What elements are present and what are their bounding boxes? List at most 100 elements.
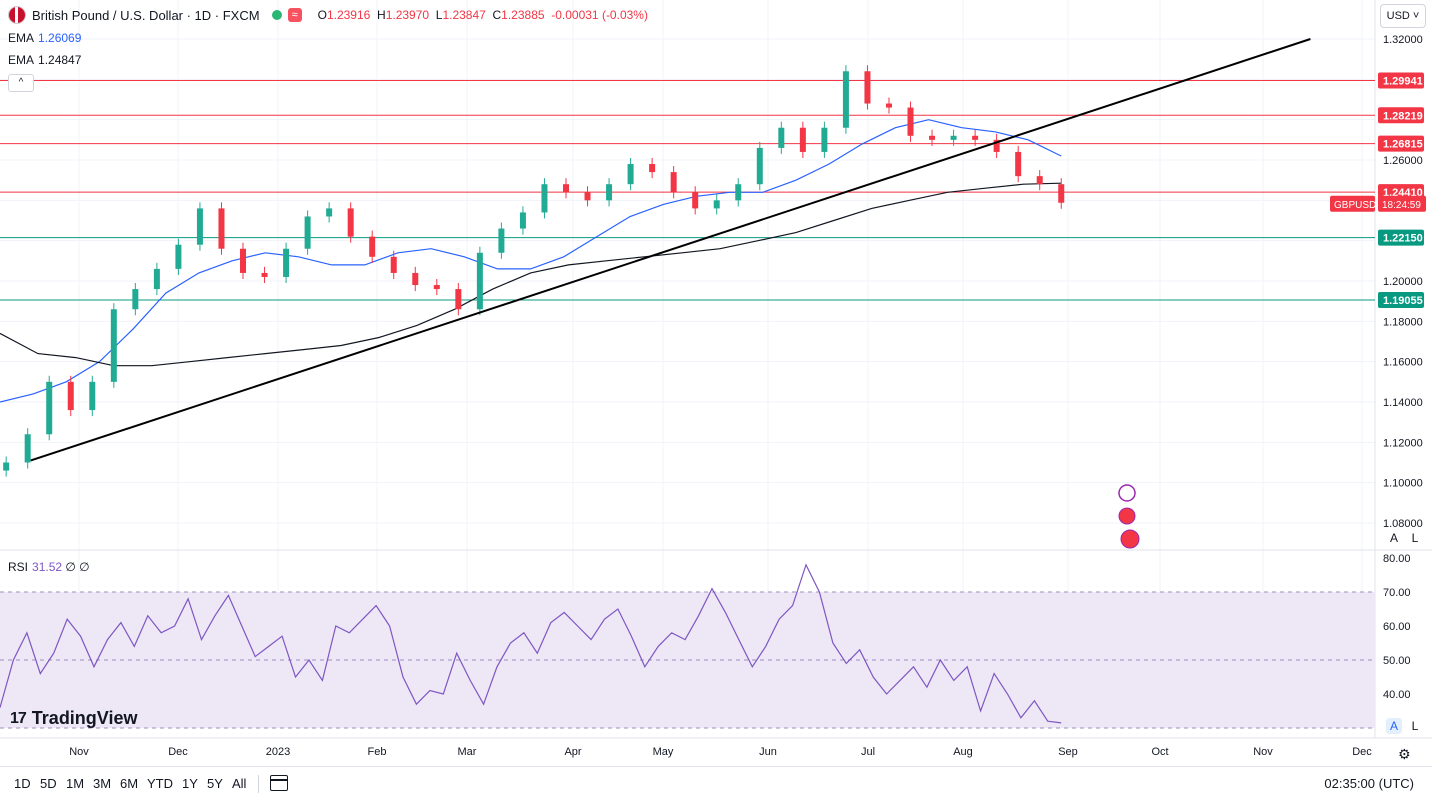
candle-body [692,192,699,209]
candle-body [412,272,419,286]
price-tick-label: 1.14000 [1383,397,1423,409]
time-axis-label: 2023 [266,746,290,758]
level-label: 1.28219 [1383,110,1423,122]
toolbar-divider [258,775,259,793]
time-axis-label: Apr [564,746,581,758]
currency-button[interactable]: USD ˅ [1380,4,1426,28]
candle-body [735,184,742,201]
level-label: 1.19055 [1383,295,1423,307]
time-axis-label: Feb [368,746,387,758]
candle-body [390,256,397,273]
time-axis-label: Aug [953,746,973,758]
ohlc-low: 1.23847 [442,8,486,22]
timeframe-ytd[interactable]: YTD [147,776,173,791]
time-axis-label: Jun [759,746,777,758]
candle-body [433,285,440,290]
candle-body [1036,176,1043,185]
candle-body [1058,184,1065,203]
currency-label: USD [1386,10,1410,22]
timeframe-5d[interactable]: 5D [40,776,57,791]
ema-slow-legend[interactable]: EMA 1.24847 [8,53,81,67]
ohlc-open: 1.23916 [326,8,371,22]
level-label: 1.22150 [1383,233,1423,245]
log-scale-button[interactable]: L [1407,530,1423,546]
candle-body [67,381,74,411]
settings-gear-icon[interactable]: ⚙ [1398,746,1411,763]
rsi-tick-label: 50.00 [1383,655,1411,667]
time-axis-label: Dec [168,746,188,758]
ohlc-high: 1.23970 [385,8,430,22]
rsi-tick-label: 40.00 [1383,689,1411,701]
candle-body [649,164,656,173]
rsi-auto-scale-button[interactable]: A [1386,718,1402,734]
candle-body [24,434,31,463]
candle-body [519,212,526,229]
candle-body [713,200,720,209]
candle-body [196,208,203,245]
timeframe-all[interactable]: All [232,776,246,791]
timeframe-1y[interactable]: 1Y [182,776,198,791]
time-axis-label: Nov [69,746,89,758]
candle-body [864,71,871,104]
candle-body [606,184,613,201]
time-axis-label: Nov [1253,746,1273,758]
candle-body [907,107,914,136]
timeframe-1d[interactable]: 1D [14,776,31,791]
auto-scale-button[interactable]: A [1386,530,1402,546]
price-tick-label: 1.32000 [1383,34,1423,46]
candle-body [885,103,892,108]
ema-slow-label: EMA [8,53,35,67]
ohlc-close: 1.23885 [501,8,545,22]
time-axis-label: Sep [1058,746,1078,758]
timeframe-6m[interactable]: 6M [120,776,138,791]
event-us-flag-icon [1120,529,1140,549]
price-tick-label: 1.16000 [1383,357,1423,369]
chart-canvas[interactable]: 1.32000 1.26000 1.20000 1.18000 1.16000 1.140… [0,0,1432,805]
calendar-icon[interactable] [270,775,288,791]
event-uk-flag-icon [1118,507,1136,525]
timeframe-3m[interactable]: 3M [93,776,111,791]
candle-body [498,228,505,253]
timeframe-5y[interactable]: 5Y [207,776,223,791]
time-axis-label: Oct [1151,746,1168,758]
bottom-toolbar: 1D 5D 1M 3M 6M YTD 1Y 5Y All 02:35:00 (U… [0,766,1432,801]
candle-body [541,184,548,213]
candle-body [132,289,139,310]
candle-body [778,127,785,148]
candle-body [476,252,483,310]
candle-body [304,216,311,249]
candle-body [46,381,53,435]
wave-icon[interactable]: ≈ [287,8,302,22]
candle-body [842,71,849,128]
candle-body [627,164,634,185]
ema-fast-value: 1.26069 [38,31,82,45]
ema-fast-legend[interactable]: EMA 1.26069 [8,31,81,45]
countdown-tag: 18:24:59 [1382,200,1421,211]
candle-body [110,309,117,382]
rsi-log-scale-button[interactable]: L [1407,718,1423,734]
candle-body [929,135,936,140]
symbol-legend: British Pound / U.S. Dollar · 1D · FXCM … [8,6,648,24]
time-axis-label: May [653,746,674,758]
candle-body [369,236,376,257]
market-open-dot-icon [271,10,282,20]
candle-body [972,135,979,140]
price-tick-label: 1.18000 [1383,316,1423,328]
candle-body [562,184,569,193]
ohlc-open-label: O [317,8,327,22]
ema-slow-value: 1.24847 [38,53,82,67]
time-axis-label: Dec [1352,746,1372,758]
candle-body [584,192,591,201]
price-tick-label: 1.08000 [1383,518,1423,530]
rsi-label: RSI [8,560,29,574]
rsi-legend[interactable]: RSI 31.52 ∅ ∅ [8,560,90,574]
timeframe-1m[interactable]: 1M [66,776,84,791]
utc-clock[interactable]: 02:35:00 (UTC) [1324,776,1414,791]
candle-body [326,208,333,217]
candle-body [3,462,10,471]
time-axis-label: Mar [458,746,477,758]
collapse-legend-button[interactable]: ^ [8,74,34,92]
candle-body [756,147,763,185]
symbol-title[interactable]: British Pound / U.S. Dollar · 1D · FXCM [32,8,260,23]
candle-body [218,208,225,249]
